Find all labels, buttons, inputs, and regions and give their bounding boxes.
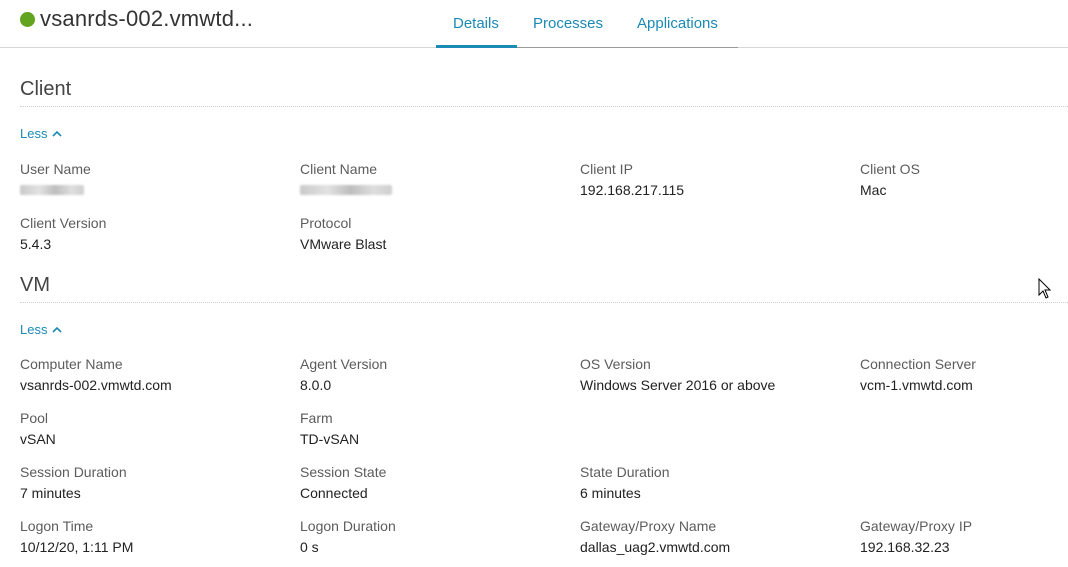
vm-less-toggle[interactable]: Less — [20, 322, 63, 337]
tab-processes[interactable]: Processes — [533, 15, 603, 32]
os-version-label: OS Version — [580, 356, 651, 372]
gateway-name-label: Gateway/Proxy Name — [580, 518, 717, 534]
agent-version-value: 8.0.0 — [300, 377, 332, 393]
section-divider — [20, 302, 1068, 303]
farm-label: Farm — [300, 410, 333, 426]
computer-name-label: Computer Name — [20, 356, 123, 372]
chevron-up-icon — [52, 130, 63, 137]
gateway-ip-value: 192.168.32.23 — [860, 539, 950, 555]
computer-name-value: vsanrds-002.vmwtd.com — [20, 377, 172, 393]
logon-duration-label: Logon Duration — [300, 518, 396, 534]
connection-server-value: vcm-1.vmwtd.com — [860, 377, 973, 393]
session-duration-value: 7 minutes — [20, 485, 81, 501]
tab-details[interactable]: Details — [453, 15, 499, 32]
client-section-title: Client — [20, 78, 72, 100]
state-duration-value: 6 minutes — [580, 485, 641, 501]
gateway-ip-label: Gateway/Proxy IP — [860, 518, 973, 534]
host-title: vsanrds-002.vmwtd... — [40, 6, 254, 31]
status-online-icon — [20, 12, 35, 27]
os-version-value: Windows Server 2016 or above — [580, 377, 776, 393]
protocol-value: VMware Blast — [300, 236, 387, 252]
client-version-label: Client Version — [20, 215, 107, 231]
agent-version-label: Agent Version — [300, 356, 388, 372]
logon-time-label: Logon Time — [20, 518, 94, 534]
less-label: Less — [20, 322, 48, 337]
client-name-label: Client Name — [300, 161, 378, 177]
client-os-value: Mac — [860, 182, 887, 198]
client-name-value-redacted — [300, 185, 392, 195]
session-state-label: Session State — [300, 464, 387, 480]
chevron-up-icon — [52, 326, 63, 333]
client-less-toggle[interactable]: Less — [20, 126, 63, 141]
client-version-value: 5.4.3 — [20, 236, 52, 252]
active-tab-indicator — [436, 45, 517, 48]
logon-duration-value: 0 s — [300, 539, 319, 555]
protocol-label: Protocol — [300, 215, 352, 231]
logon-time-value: 10/12/20, 1:11 PM — [20, 539, 134, 555]
less-label: Less — [20, 126, 48, 141]
user-name-value-redacted — [20, 185, 84, 195]
farm-value: TD-vSAN — [300, 431, 360, 447]
vm-section-title: VM — [20, 274, 50, 296]
user-name-label: User Name — [20, 161, 91, 177]
session-duration-label: Session Duration — [20, 464, 127, 480]
client-os-label: Client OS — [860, 161, 920, 177]
pool-label: Pool — [20, 410, 49, 426]
session-state-value: Connected — [300, 485, 368, 501]
gateway-name-value: dallas_uag2.vmwtd.com — [580, 539, 731, 555]
mouse-pointer-icon — [1038, 278, 1052, 299]
connection-server-label: Connection Server — [860, 356, 976, 372]
state-duration-label: State Duration — [580, 464, 670, 480]
client-ip-label: Client IP — [580, 161, 633, 177]
tab-applications[interactable]: Applications — [637, 15, 718, 32]
details-header: vsanrds-002.vmwtd... Details Processes A… — [0, 0, 1068, 48]
client-ip-value: 192.168.217.115 — [580, 182, 685, 198]
section-divider — [20, 106, 1068, 107]
pool-value: vSAN — [20, 431, 56, 447]
